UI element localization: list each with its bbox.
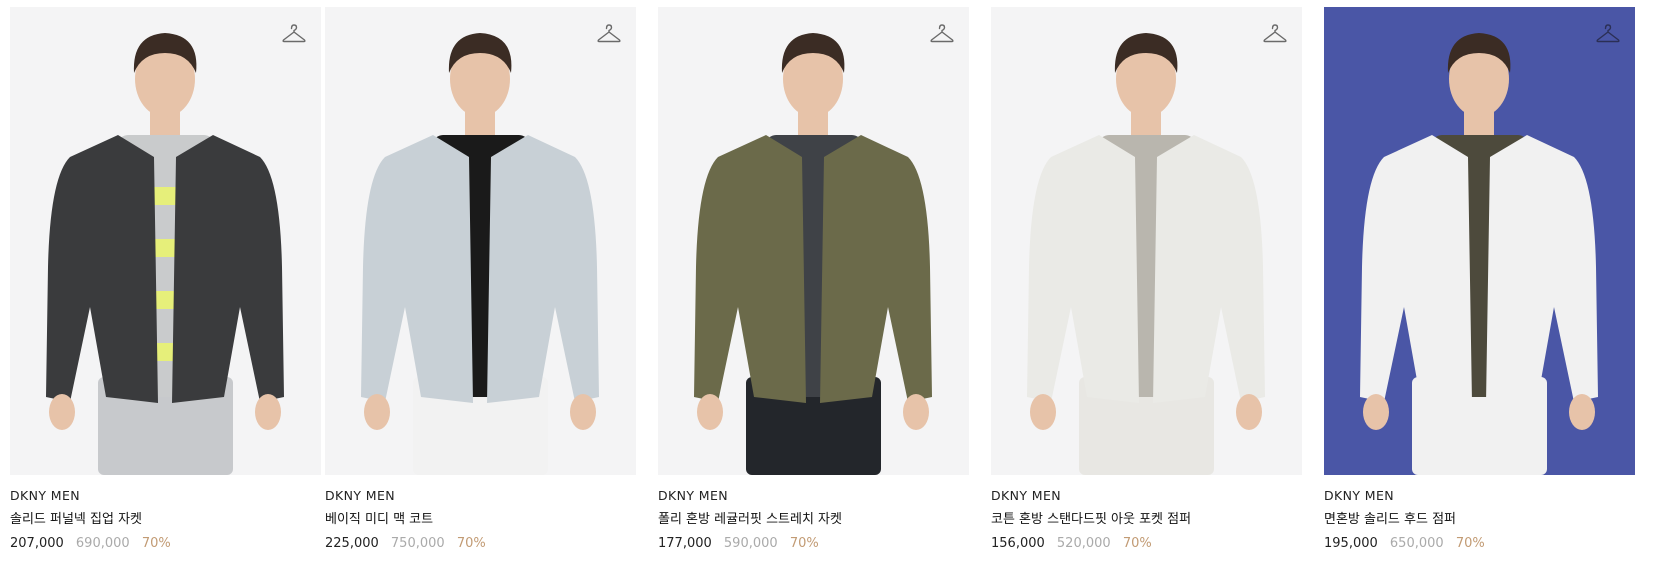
product-image[interactable] [991, 7, 1302, 475]
discount-rate: 70% [1122, 536, 1152, 551]
discount-rate: 70% [456, 536, 486, 551]
sale-price: 156,000 [991, 536, 1045, 551]
model-figure [46, 33, 284, 475]
discount-rate: 70% [1455, 536, 1485, 551]
product-card[interactable]: DKNY MEN 코튼 혼방 스탠다드핏 아웃 포켓 점퍼 156,000 52… [991, 7, 1302, 553]
product-brand: DKNY MEN [325, 488, 396, 503]
original-price: 590,000 [723, 536, 778, 551]
product-brand: DKNY MEN [991, 488, 1062, 503]
product-card[interactable]: DKNY MEN 면혼방 솔리드 후드 점퍼 195,000 650,000 7… [1324, 7, 1635, 553]
discount-rate: 70% [141, 536, 171, 551]
sale-price: 195,000 [1324, 536, 1378, 551]
hanger-icon[interactable] [596, 23, 622, 45]
original-price: 750,000 [390, 536, 445, 551]
sale-price: 177,000 [658, 536, 712, 551]
hanger-icon[interactable] [1262, 23, 1288, 45]
hanger-icon[interactable] [281, 23, 307, 45]
model-figure [1027, 33, 1265, 475]
hanger-icon[interactable] [1595, 23, 1621, 45]
product-name[interactable]: 솔리드 퍼널넥 집업 자켓 [10, 511, 321, 529]
product-prices: 225,000 750,000 70% [325, 535, 636, 553]
product-name[interactable]: 면혼방 솔리드 후드 점퍼 [1324, 511, 1635, 529]
product-prices: 177,000 590,000 70% [658, 535, 969, 553]
product-name[interactable]: 폴리 혼방 레귤러핏 스트레치 자켓 [658, 511, 969, 529]
product-grid: DKNY MEN 솔리드 퍼널넥 집업 자켓 207,000 690,000 7… [10, 7, 1654, 551]
product-name[interactable]: 코튼 혼방 스탠다드핏 아웃 포켓 점퍼 [991, 511, 1302, 529]
discount-rate: 70% [789, 536, 819, 551]
product-card[interactable]: DKNY MEN 솔리드 퍼널넥 집업 자켓 207,000 690,000 7… [10, 7, 321, 553]
product-brand: DKNY MEN [1324, 488, 1395, 503]
original-price: 520,000 [1056, 536, 1111, 551]
product-prices: 156,000 520,000 70% [991, 535, 1302, 553]
product-brand: DKNY MEN [658, 488, 729, 503]
product-brand: DKNY MEN [10, 488, 81, 503]
product-image[interactable] [658, 7, 969, 475]
product-prices: 207,000 690,000 70% [10, 535, 321, 553]
model-figure [694, 33, 932, 475]
product-card[interactable]: DKNY MEN 폴리 혼방 레귤러핏 스트레치 자켓 177,000 590,… [658, 7, 969, 553]
model-figure [361, 33, 599, 475]
product-image[interactable] [1324, 7, 1635, 475]
original-price: 650,000 [1389, 536, 1444, 551]
product-image[interactable] [325, 7, 636, 475]
sale-price: 225,000 [325, 536, 379, 551]
product-image[interactable] [10, 7, 321, 475]
original-price: 690,000 [75, 536, 130, 551]
product-card[interactable]: DKNY MEN 베이직 미디 맥 코트 225,000 750,000 70% [325, 7, 636, 553]
hanger-icon[interactable] [929, 23, 955, 45]
product-prices: 195,000 650,000 70% [1324, 535, 1635, 553]
product-name[interactable]: 베이직 미디 맥 코트 [325, 511, 636, 529]
sale-price: 207,000 [10, 536, 64, 551]
model-figure [1360, 33, 1598, 475]
